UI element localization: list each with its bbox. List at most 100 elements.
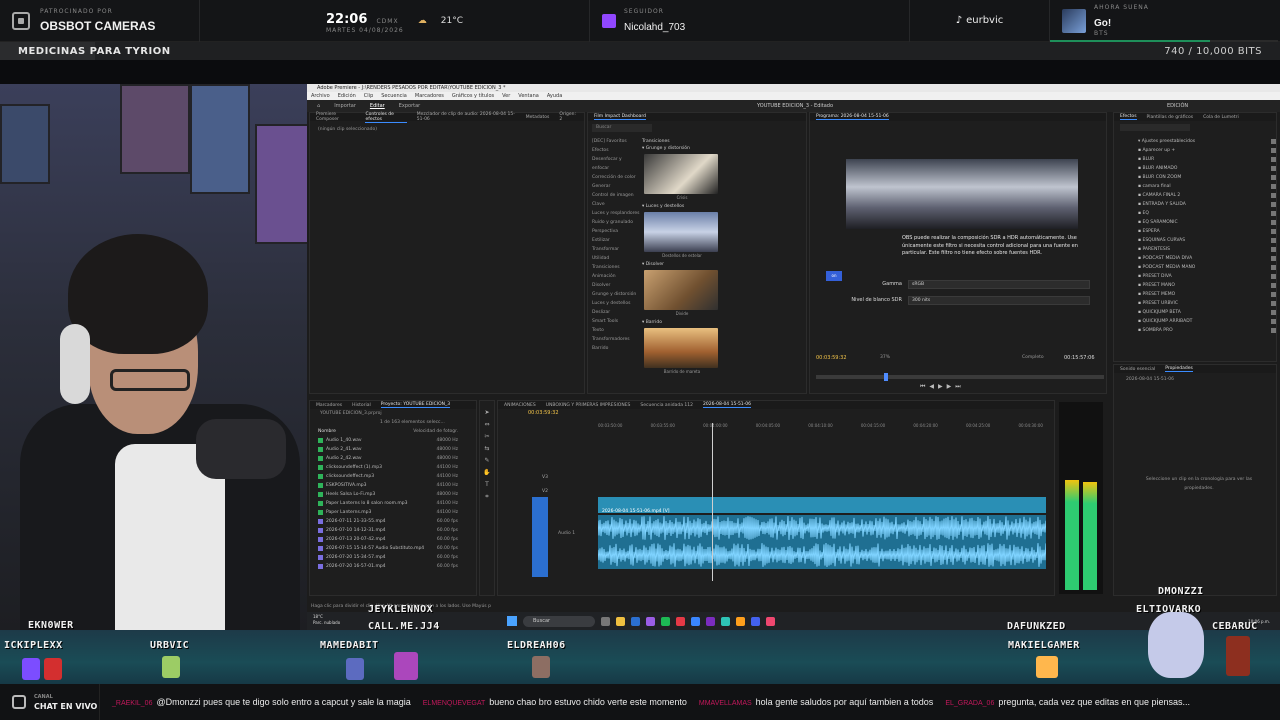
menu-item[interactable]: Gráficos y títulos [452,93,494,99]
effect-category[interactable]: Transiciones [592,263,640,272]
app-icon[interactable] [721,616,730,626]
menu-item[interactable]: Ventana [518,93,539,99]
project-item[interactable]: clicksoundeffect (1).mp3 44100 Hz [310,463,476,472]
effect-preset-item[interactable]: ▪ PODCAST MEDIA MANO [1126,263,1276,272]
effect-category[interactable]: Texto [592,326,640,335]
project-tab[interactable]: Historial [352,403,371,408]
source-tab[interactable]: Mezclador de clip de audio: 2026-08-04 1… [417,112,516,122]
effects-tab[interactable]: Efectos [1120,114,1137,120]
project-item[interactable]: Audio 2_42.wav 48000 Hz [310,454,476,463]
effect-thumbnail[interactable] [644,212,718,252]
properties-tab[interactable]: Propiedades [1165,366,1193,372]
properties-tab[interactable]: Sonido esencial [1120,367,1155,372]
source-tab[interactable]: Metadatos [526,115,550,120]
workspace-label[interactable]: EDICIÓN [1167,103,1188,109]
effect-preset-item[interactable]: ▪ PODCAST MEDIA DIVA [1126,254,1276,263]
playhead-marker[interactable] [884,373,888,381]
effect-preset-item[interactable]: ▪ PARENTESIS [1126,245,1276,254]
workspace-tab-export[interactable]: Exportar [399,103,421,109]
menu-item[interactable]: Marcadores [415,93,444,99]
source-patch[interactable] [532,497,548,577]
menu-item[interactable]: Secuencia [381,93,407,99]
effect-preset-item[interactable]: ▪ PRESET URBVIC [1126,299,1276,308]
effect-preset-item[interactable]: ▪ PRESET MANO [1126,281,1276,290]
effect-preset-item[interactable]: ▪ PRESET DIVA [1126,272,1276,281]
project-tab[interactable]: Marcadores [316,403,342,408]
project-item[interactable]: Audio 1_40.wav 48000 Hz [310,436,476,445]
effect-category[interactable]: Animación [592,272,640,281]
effects-search-input[interactable] [1120,124,1190,131]
effect-preset-item[interactable]: ▪ ESPERA [1126,227,1276,236]
effect-category[interactable]: [DEC] Favoritos [592,137,640,146]
effect-category[interactable]: Smart Tools [592,317,640,326]
menu-item[interactable]: Edición [338,93,356,99]
effect-thumbnail[interactable] [644,270,718,310]
project-item[interactable]: ESKPOSITIVA.mp3 44100 Hz [310,481,476,490]
effect-subgroup[interactable]: ▾ Luces y destellos [642,204,722,209]
source-tab[interactable]: Controles de efectos [365,112,407,123]
effect-category[interactable]: Control de imagen [592,191,640,200]
effect-preset-item[interactable]: ▪ EQ SARAMONIC [1126,218,1276,227]
effect-preset-item[interactable]: ▪ QUICKJUMP BETA [1126,308,1276,317]
workspace-tab-import[interactable]: Importar [334,103,356,109]
premiere-icon[interactable] [646,616,655,626]
menu-item[interactable]: Archivo [311,93,330,99]
source-tab[interactable]: Orígen: 2 [559,112,578,122]
effect-preset-item[interactable]: ▪ ESQUINAS CURVAS [1126,236,1276,245]
effect-category[interactable]: Efectos [592,146,640,155]
timeline-timecode[interactable]: 00:03:59:32 [528,410,559,416]
project-item[interactable]: 2026-07-13 20-07-42.mp4 60.00 fps [310,535,476,544]
folder-icon[interactable] [616,616,625,626]
effect-preset-item[interactable]: ▪ EQ [1126,209,1276,218]
audio-clip-a1[interactable] [598,515,1046,569]
effect-subgroup[interactable]: ▾ Disolver [642,262,722,267]
effect-preset-item[interactable]: ▪ BLUR [1126,155,1276,164]
effect-category[interactable]: Disolver [592,281,640,290]
effect-category[interactable]: Transformar [592,245,640,254]
effect-preset-item[interactable]: ▪ ENTRADA Y SALIDA [1126,200,1276,209]
timeline-playhead[interactable] [712,423,713,581]
source-tab[interactable]: Premiere Composer [316,112,355,122]
scrub-bar[interactable] [816,373,1104,381]
timeline-tab[interactable]: 2026-08-04 15-51-06 [703,402,752,408]
workspace-tab-edit[interactable]: Editar [370,103,385,109]
effect-category[interactable]: Ruido y granulado [592,218,640,227]
effect-category[interactable]: Grunge y distorsión [592,290,640,299]
effect-preset-item[interactable]: ▪ camara final [1126,182,1276,191]
program-tab-label[interactable]: Programa: 2026-08-04 15-51-06 [816,114,889,120]
effect-thumbnail[interactable] [644,328,718,368]
timeline-tab[interactable]: UNBOXING Y PRIMERAS IMPRESIONES [546,403,631,408]
project-item[interactable]: clicksoundeffect.mp3 44100 Hz [310,472,476,481]
effect-category[interactable]: Perspectiva [592,227,640,236]
search-input[interactable]: Buscar [592,124,652,132]
effect-preset-item[interactable]: ▾ Ajustes preestablecidos [1126,137,1276,146]
timeline-ruler[interactable]: 00:03:50:00 00:03:55:00 00:04:00:00 00:04:0… [598,423,1043,431]
effect-preset-item[interactable]: ▪ BLUR CON ZOOM [1126,173,1276,182]
app-icon[interactable] [676,616,685,626]
windows-start-icon[interactable] [507,616,517,626]
track-label[interactable]: V3 [542,471,548,485]
app-icon[interactable] [691,616,700,626]
effect-subgroup[interactable]: ▾ Grunge y distorsión [642,146,722,151]
white-level-input[interactable]: 300 nits [908,295,1090,305]
effect-category[interactable]: Generar [592,182,640,191]
timecode-in[interactable]: 00:03:59:32 [816,355,847,361]
effects-tab[interactable]: Plantillas de gráficos [1147,115,1194,120]
effect-thumbnail[interactable] [644,154,718,194]
home-icon[interactable]: ⌂ [317,103,320,109]
timeline-tab[interactable]: Secuencia anidada 112 [640,403,693,408]
menu-item[interactable]: Ver [502,93,510,99]
fit-select[interactable]: Completo [1022,353,1044,362]
effect-preset-item[interactable]: ▪ BLUR ANIMADO [1126,164,1276,173]
effects-tab[interactable]: Cola de Lumetri [1203,115,1239,120]
app-icon[interactable] [601,616,610,626]
app-icon[interactable] [751,616,760,626]
effect-category[interactable]: Clave [592,200,640,209]
col-name[interactable]: Nombre [318,427,336,436]
app-icon[interactable] [706,616,715,626]
app-icon[interactable] [736,616,745,626]
timeline-tab[interactable]: ANIMACIONES [504,403,536,408]
video-clip[interactable]: 2026-08-04 15-51-06.mp4 [V] [598,497,1046,514]
app-icon[interactable] [766,616,775,626]
col-fps[interactable]: Velocidad de fotogr. [413,427,458,436]
